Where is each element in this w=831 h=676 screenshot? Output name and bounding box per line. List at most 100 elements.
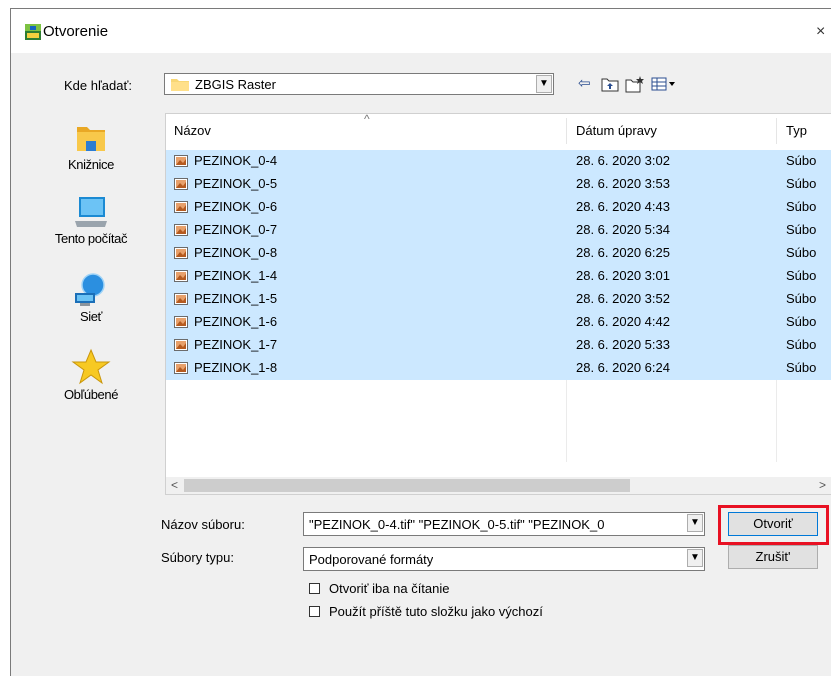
column-name[interactable]: Názov (174, 123, 211, 138)
file-name: PEZINOK_1-6 (194, 314, 278, 329)
file-date: 28. 6. 2020 4:42 (576, 314, 670, 329)
file-date: 28. 6. 2020 3:52 (576, 291, 670, 306)
place-network[interactable]: Sieť (23, 269, 159, 324)
table-row[interactable]: PEZINOK_0-5 28. 6. 2020 3:53 Súbo (166, 173, 831, 196)
file-name: PEZINOK_1-5 (194, 291, 278, 306)
file-name: PEZINOK_0-5 (194, 176, 278, 191)
scroll-right-icon[interactable]: > (814, 477, 831, 494)
places-bar: Knižnice Tento počítač Sieť Obľúbené (23, 113, 159, 473)
image-file-icon (174, 339, 188, 351)
image-file-icon (174, 316, 188, 328)
table-row[interactable]: PEZINOK_1-5 28. 6. 2020 3:52 Súbo (166, 288, 831, 311)
chevron-down-icon[interactable]: ▼ (687, 514, 703, 532)
network-icon (75, 273, 105, 306)
table-row[interactable]: PEZINOK_0-4 28. 6. 2020 3:02 Súbo (166, 150, 831, 173)
image-file-icon (174, 224, 188, 236)
up-folder-icon[interactable] (601, 75, 619, 93)
table-row[interactable]: PEZINOK_1-7 28. 6. 2020 5:33 Súbo (166, 334, 831, 357)
place-label: Knižnice (68, 157, 114, 172)
window-title: Otvorenie (43, 23, 109, 40)
image-file-icon (174, 155, 188, 167)
favorites-star-icon (71, 348, 111, 385)
close-icon[interactable]: × (816, 23, 831, 41)
place-label: Sieť (79, 309, 103, 324)
image-file-icon (174, 270, 188, 282)
file-name: PEZINOK_0-7 (194, 222, 278, 237)
computer-icon (75, 197, 107, 227)
file-name: PEZINOK_1-8 (194, 360, 278, 375)
file-type: Súbo (786, 176, 817, 191)
chevron-down-icon[interactable]: ▼ (687, 549, 703, 567)
place-computer[interactable]: Tento počítač (23, 191, 159, 246)
file-type: Súbo (786, 245, 817, 260)
file-name: PEZINOK_1-7 (194, 337, 278, 352)
readonly-checkbox[interactable] (309, 583, 320, 594)
image-file-icon (174, 247, 188, 259)
file-date: 28. 6. 2020 5:34 (576, 222, 670, 237)
annotation-highlight (718, 505, 829, 545)
file-type: Súbo (786, 360, 817, 375)
file-type: Súbo (786, 337, 817, 352)
raster-app-icon (25, 24, 41, 40)
default-folder-label: Použít příště tuto složku jako výchozí (329, 604, 543, 619)
place-libraries[interactable]: Knižnice (23, 117, 159, 172)
column-header: ^ Názov Dátum úpravy Typ (166, 114, 831, 148)
place-favorites[interactable]: Obľúbené (23, 347, 159, 402)
image-file-icon (174, 201, 188, 213)
place-label: Obľúbené (63, 387, 119, 402)
lookin-value: ZBGIS Raster (195, 77, 276, 92)
scroll-thumb[interactable] (184, 479, 630, 492)
filetype-label: Súbory typu: (161, 550, 234, 565)
lookin-combobox[interactable]: ZBGIS Raster ▼ (164, 73, 554, 95)
filename-label: Názov súboru: (161, 517, 245, 532)
image-file-icon (174, 178, 188, 190)
column-type[interactable]: Typ (786, 123, 807, 138)
filetype-value: Podporované formáty (309, 552, 434, 567)
filename-input[interactable]: "PEZINOK_0-4.tif" "PEZINOK_0-5.tif" "PEZ… (303, 512, 705, 536)
image-file-icon (174, 362, 188, 374)
file-name: PEZINOK_0-6 (194, 199, 278, 214)
file-type: Súbo (786, 291, 817, 306)
table-row[interactable]: PEZINOK_0-6 28. 6. 2020 4:43 Súbo (166, 196, 831, 219)
new-folder-icon[interactable] (625, 75, 645, 93)
horizontal-scrollbar[interactable]: < > (166, 477, 831, 494)
place-label: Tento počítač (54, 231, 128, 246)
table-row[interactable]: PEZINOK_1-6 28. 6. 2020 4:42 Súbo (166, 311, 831, 334)
file-rows: PEZINOK_0-4 28. 6. 2020 3:02 Súbo PEZINOK_0… (166, 150, 831, 380)
folder-icon (171, 79, 189, 91)
title-bar: Otvorenie × (11, 9, 831, 53)
back-arrow-icon[interactable]: ⇦ (578, 75, 591, 93)
scroll-left-icon[interactable]: < (166, 477, 183, 494)
table-row[interactable]: PEZINOK_1-4 28. 6. 2020 3:01 Súbo (166, 265, 831, 288)
readonly-label: Otvoriť iba na čítanie (329, 581, 450, 596)
view-menu-icon[interactable] (651, 75, 677, 93)
file-date: 28. 6. 2020 4:43 (576, 199, 670, 214)
file-date: 28. 6. 2020 6:24 (576, 360, 670, 375)
file-type: Súbo (786, 153, 817, 168)
file-list[interactable]: ^ Názov Dátum úpravy Typ PEZINOK_0-4 28. … (165, 113, 831, 495)
filename-value: "PEZINOK_0-4.tif" "PEZINOK_0-5.tif" "PEZ… (309, 517, 605, 532)
default-folder-checkbox[interactable] (309, 606, 320, 617)
libraries-icon (77, 127, 105, 151)
column-date[interactable]: Dátum úpravy (576, 123, 657, 138)
file-date: 28. 6. 2020 6:25 (576, 245, 670, 260)
file-name: PEZINOK_0-4 (194, 153, 278, 168)
file-type: Súbo (786, 268, 817, 283)
filetype-select[interactable]: Podporované formáty ▼ (303, 547, 705, 571)
column-separator[interactable] (566, 118, 567, 144)
cancel-button[interactable]: Zrušit' (728, 545, 818, 569)
file-name: PEZINOK_0-8 (194, 245, 278, 260)
table-row[interactable]: PEZINOK_1-8 28. 6. 2020 6:24 Súbo (166, 357, 831, 380)
file-date: 28. 6. 2020 3:02 (576, 153, 670, 168)
sort-ascending-icon: ^ (364, 113, 370, 126)
image-file-icon (174, 293, 188, 305)
file-date: 28. 6. 2020 3:53 (576, 176, 670, 191)
table-row[interactable]: PEZINOK_0-8 28. 6. 2020 6:25 Súbo (166, 242, 831, 265)
file-date: 28. 6. 2020 5:33 (576, 337, 670, 352)
lookin-label: Kde hľadať: (64, 78, 132, 93)
table-row[interactable]: PEZINOK_0-7 28. 6. 2020 5:34 Súbo (166, 219, 831, 242)
file-date: 28. 6. 2020 3:01 (576, 268, 670, 283)
file-type: Súbo (786, 222, 817, 237)
column-separator[interactable] (776, 118, 777, 144)
chevron-down-icon[interactable]: ▼ (536, 75, 552, 93)
